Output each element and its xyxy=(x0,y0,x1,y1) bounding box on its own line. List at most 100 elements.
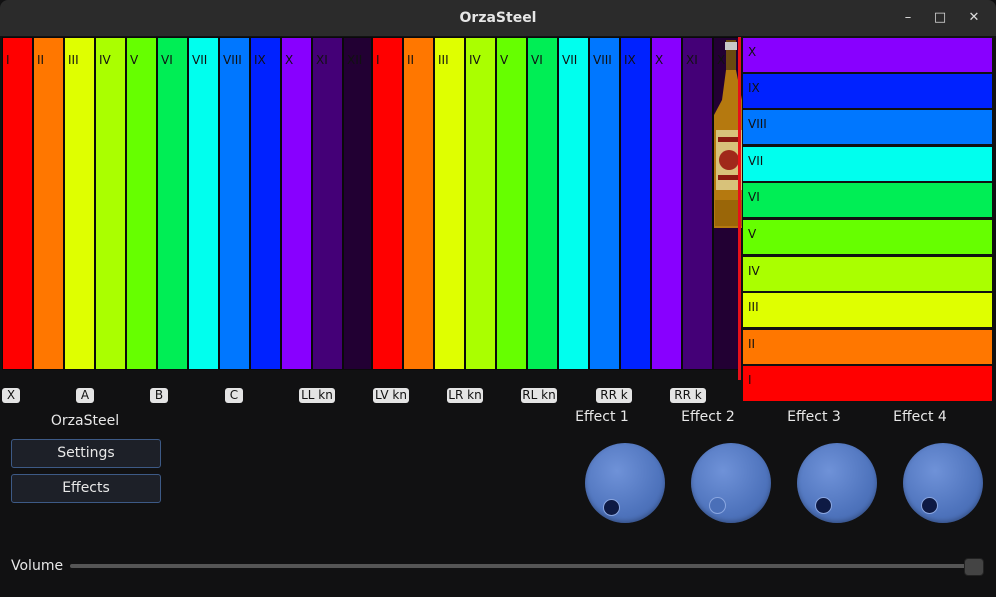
key-button-c[interactable]: C xyxy=(225,388,243,403)
string-label: VIII xyxy=(593,53,612,67)
string-label: VI xyxy=(531,53,543,67)
middle-neck-string[interactable]: IX xyxy=(620,37,651,370)
middle-neck-string[interactable]: X xyxy=(651,37,682,370)
right-neck-string[interactable]: VI xyxy=(742,182,993,218)
effect-4-knob[interactable] xyxy=(903,443,983,523)
volume-label: Volume xyxy=(11,558,64,574)
string-label: XI xyxy=(316,53,328,67)
string-label: IV xyxy=(748,264,760,278)
string-label: X xyxy=(285,53,294,67)
effect-2-label: Effect 2 xyxy=(681,409,735,425)
key-button-rr-2[interactable]: RR k xyxy=(670,388,706,403)
right-neck-string[interactable]: IV xyxy=(742,256,993,292)
string-label: II xyxy=(407,53,415,67)
middle-neck-string[interactable]: IV xyxy=(465,37,496,370)
left-neck-string[interactable]: VII xyxy=(188,37,219,370)
string-label: IX xyxy=(748,81,760,95)
right-neck-string[interactable]: II xyxy=(742,329,993,365)
middle-neck-string[interactable]: XI xyxy=(682,37,713,370)
string-label: II xyxy=(748,337,756,351)
left-neck-string[interactable]: X xyxy=(281,37,312,370)
volume-slider-handle[interactable] xyxy=(964,558,984,576)
string-label: VII xyxy=(192,53,208,67)
string-label: III xyxy=(68,53,79,67)
close-icon[interactable]: ✕ xyxy=(964,8,984,28)
knob-indicator xyxy=(603,499,620,516)
string-label: XII xyxy=(347,53,363,67)
left-neck-string[interactable]: I xyxy=(2,37,33,370)
left-neck-string[interactable]: V xyxy=(126,37,157,370)
minimize-icon[interactable]: – xyxy=(898,8,918,28)
string-label: II xyxy=(37,53,45,67)
left-neck-string[interactable]: II xyxy=(33,37,64,370)
middle-neck-string[interactable]: VI xyxy=(527,37,558,370)
right-neck-string[interactable]: V xyxy=(742,219,993,255)
key-button-b[interactable]: B xyxy=(150,388,168,403)
maximize-icon[interactable]: □ xyxy=(930,8,950,28)
effect-3-knob[interactable] xyxy=(797,443,877,523)
string-label: I xyxy=(376,53,380,67)
string-label: VII xyxy=(748,154,764,168)
effects-button[interactable]: Effects xyxy=(11,474,161,503)
effect-1-label: Effect 1 xyxy=(575,409,629,425)
middle-neck-string[interactable]: V xyxy=(496,37,527,370)
left-neck-string[interactable]: VI xyxy=(157,37,188,370)
effect-3-label: Effect 3 xyxy=(787,409,841,425)
string-label: X xyxy=(655,53,664,67)
string-label: IV xyxy=(469,53,481,67)
string-label: IX xyxy=(254,53,266,67)
string-label: III xyxy=(748,300,759,314)
right-neck-string[interactable]: IX xyxy=(742,73,993,109)
string-label: VIII xyxy=(748,117,767,131)
knob-indicator xyxy=(815,497,832,514)
effect-1-knob[interactable] xyxy=(585,443,665,523)
string-label: XI xyxy=(686,53,698,67)
key-button-ll[interactable]: LL kn xyxy=(299,388,335,403)
right-neck-string[interactable]: VII xyxy=(742,146,993,182)
right-neck-string[interactable]: I xyxy=(742,365,993,402)
string-label: V xyxy=(500,53,509,67)
middle-neck-string[interactable]: I xyxy=(372,37,403,370)
window-title: OrzaSteel xyxy=(459,10,537,26)
string-label: V xyxy=(748,227,757,241)
left-neck-string[interactable]: XI xyxy=(312,37,343,370)
key-button-a[interactable]: A xyxy=(76,388,94,403)
left-neck-string[interactable]: III xyxy=(64,37,95,370)
middle-neck-string[interactable]: VIII xyxy=(589,37,620,370)
left-neck-string[interactable]: VIII xyxy=(219,37,250,370)
right-neck-string[interactable]: X xyxy=(742,37,993,73)
key-button-lv[interactable]: LV kn xyxy=(373,388,409,403)
left-neck-string[interactable]: XII xyxy=(343,37,372,370)
right-neck-string[interactable]: III xyxy=(742,292,993,328)
right-neck-string[interactable]: VIII xyxy=(742,109,993,145)
middle-neck-string[interactable]: II xyxy=(403,37,434,370)
middle-neck-string[interactable]: III xyxy=(434,37,465,370)
string-label: III xyxy=(438,53,449,67)
knob-indicator xyxy=(921,497,938,514)
volume-slider[interactable] xyxy=(70,564,974,568)
string-label: V xyxy=(130,53,139,67)
string-label: IV xyxy=(99,53,111,67)
left-neck-string[interactable]: IX xyxy=(250,37,281,370)
middle-neck-string[interactable]: VII xyxy=(558,37,589,370)
settings-button[interactable]: Settings xyxy=(11,439,161,468)
key-button-lr[interactable]: LR kn xyxy=(447,388,483,403)
string-label: IX xyxy=(624,53,636,67)
key-button-rr[interactable]: RR k xyxy=(596,388,632,403)
knob-indicator xyxy=(709,497,726,514)
effect-4-label: Effect 4 xyxy=(893,409,947,425)
left-neck-string[interactable]: IV xyxy=(95,37,126,370)
neck-divider xyxy=(738,37,741,380)
string-label: VI xyxy=(161,53,173,67)
string-label: X xyxy=(748,45,757,59)
string-label: I xyxy=(6,53,10,67)
effect-2-knob[interactable] xyxy=(691,443,771,523)
string-label: VII xyxy=(562,53,578,67)
string-label: VIII xyxy=(223,53,242,67)
string-label: I xyxy=(748,373,752,387)
key-button-rl[interactable]: RL kn xyxy=(521,388,557,403)
title-bar: OrzaSteel – □ ✕ xyxy=(0,0,996,36)
key-button-x[interactable]: X xyxy=(2,388,20,403)
app-label: OrzaSteel xyxy=(50,413,120,429)
string-label: VI xyxy=(748,190,760,204)
